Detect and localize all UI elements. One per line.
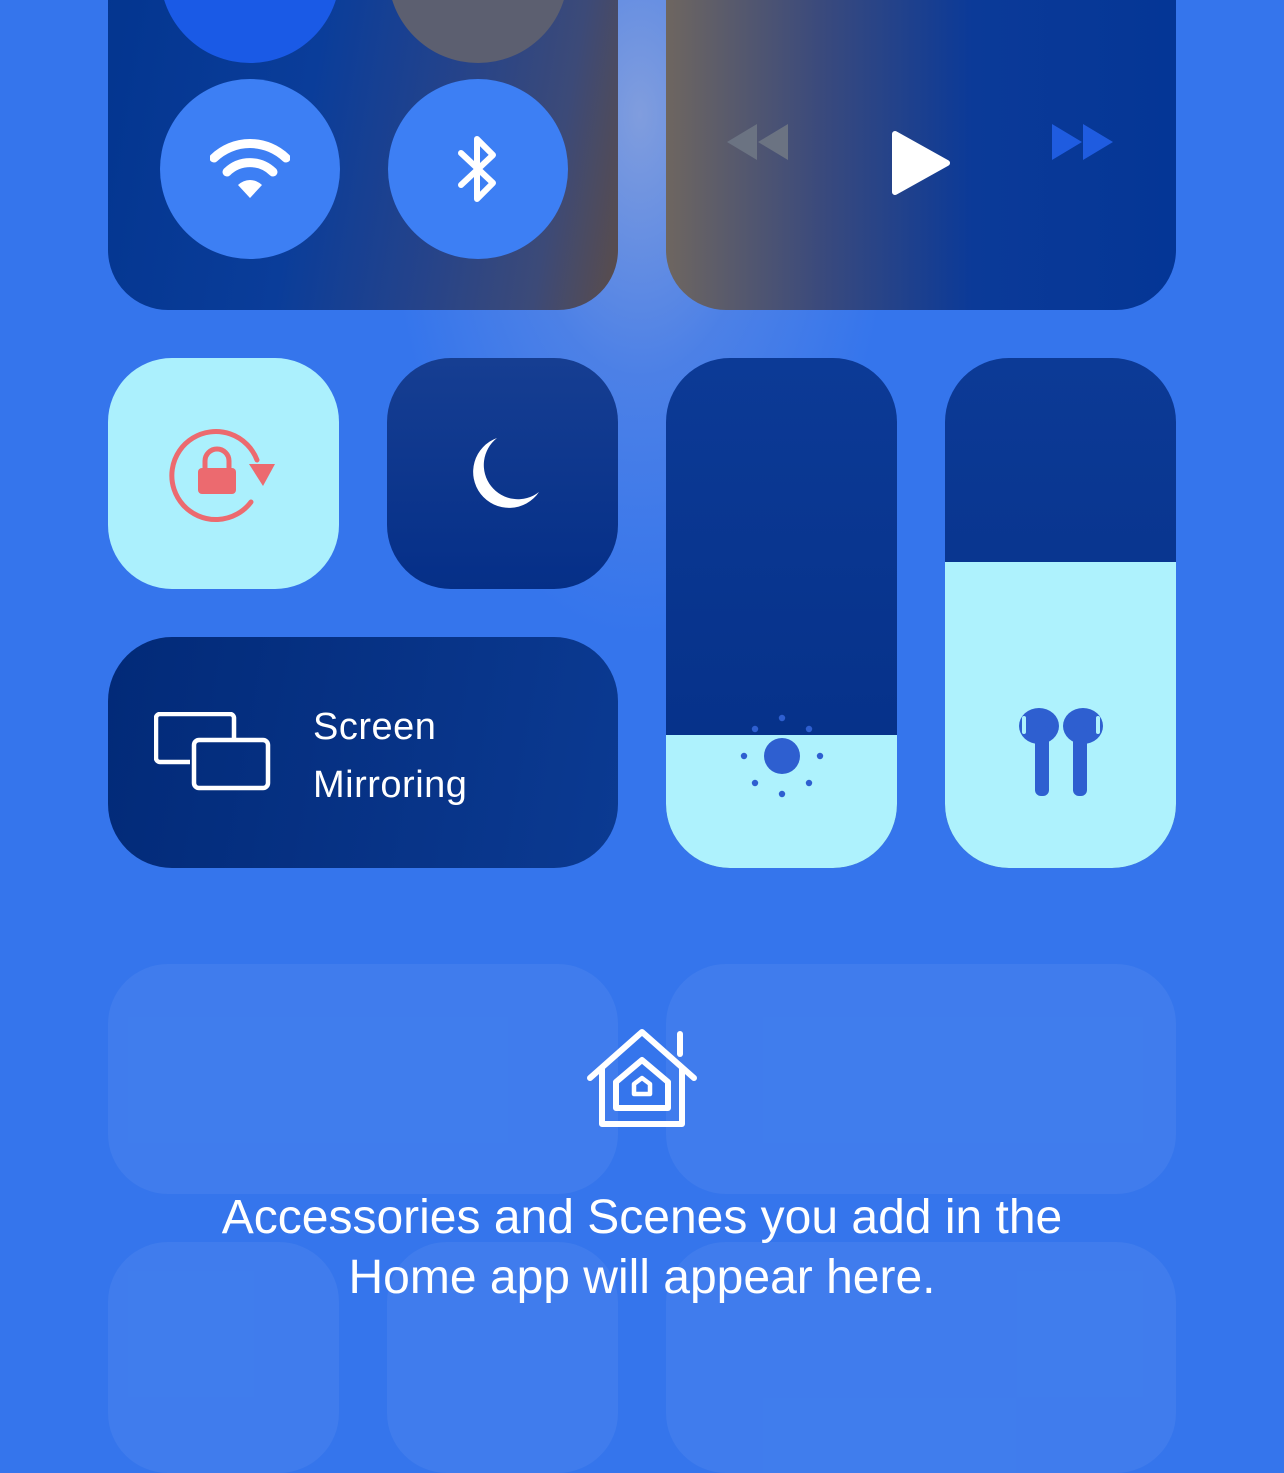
home-placeholder-tile-2 — [666, 964, 1176, 1194]
fast-forward-icon — [1052, 124, 1113, 160]
screen-mirroring-label: Screen Mirroring — [313, 698, 593, 814]
wifi-toggle[interactable] — [160, 79, 340, 259]
screen-mirroring-label-line1: Screen — [313, 706, 437, 748]
now-playing-module — [666, 0, 1176, 310]
screen-mirroring-icon — [154, 712, 271, 791]
connectivity-module — [108, 0, 618, 310]
home-empty-message: Accessories and Scenes you add in the Ho… — [100, 1188, 1184, 1308]
fast-forward-button[interactable] — [1050, 122, 1116, 162]
cellular-data-toggle[interactable] — [388, 0, 568, 63]
sun-icon — [740, 714, 823, 798]
orientation-lock-toggle[interactable] — [108, 358, 339, 589]
focus-toggle[interactable] — [387, 358, 618, 589]
wifi-icon — [210, 139, 290, 198]
airpods-icon-wrap — [945, 706, 1176, 800]
play-button[interactable] — [891, 130, 951, 196]
airplane-mode-toggle[interactable] — [160, 0, 340, 63]
sun-icon-wrap — [666, 712, 897, 802]
screen-mirroring-label-line2: Mirroring — [313, 764, 468, 806]
moon-icon — [472, 437, 539, 508]
home-icon — [587, 1029, 697, 1127]
rewind-button[interactable] — [724, 122, 790, 162]
bluetooth-toggle[interactable] — [388, 79, 568, 259]
bluetooth-icon — [458, 136, 496, 202]
volume-slider[interactable] — [945, 358, 1176, 868]
rotation-lock-icon — [168, 428, 275, 522]
play-icon — [892, 131, 950, 195]
home-empty-message-line2: Home app will appear here. — [348, 1251, 936, 1304]
home-placeholder-tile-1 — [108, 964, 618, 1194]
airpods-icon — [1018, 708, 1103, 796]
home-empty-message-line1: Accessories and Scenes you add in the — [221, 1191, 1063, 1244]
brightness-slider[interactable] — [666, 358, 897, 868]
rewind-icon — [727, 124, 788, 160]
